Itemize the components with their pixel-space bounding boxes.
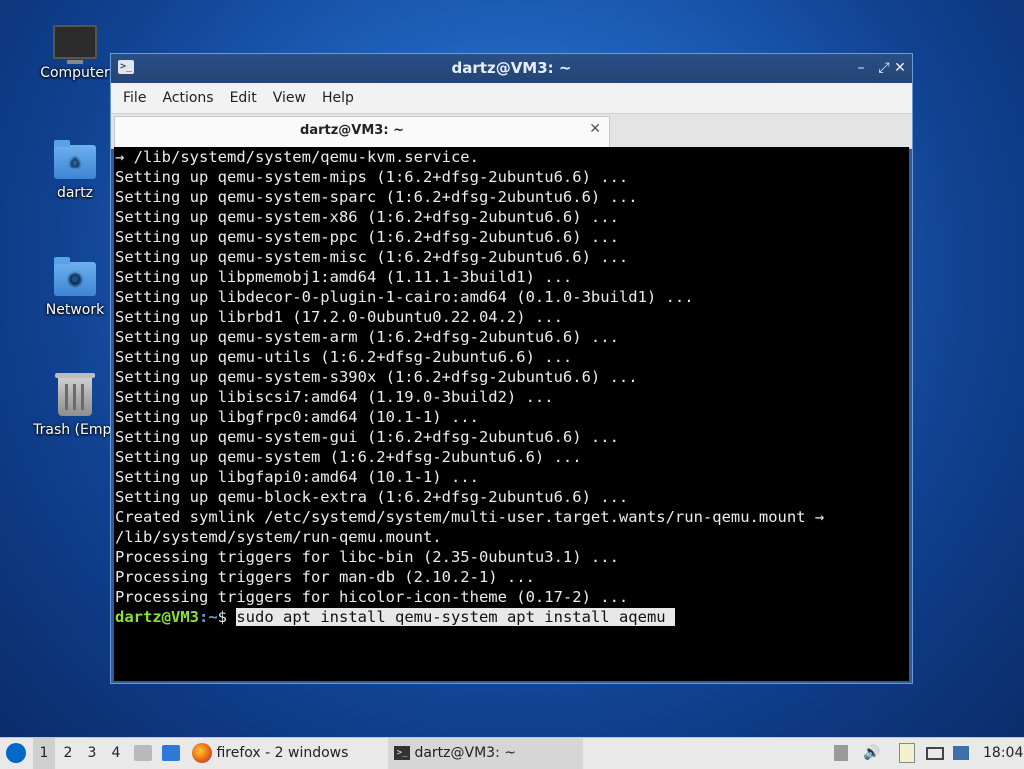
terminal-output[interactable]: → /lib/systemd/system/qemu-kvm.service. … <box>114 147 909 681</box>
terminal-line: Setting up qemu-system-ppc (1:6.2+dfsg-2… <box>115 228 619 246</box>
menu-bar: File Actions Edit View Help <box>111 83 912 114</box>
terminal-text: → /lib/systemd/system/qemu-kvm.service. … <box>114 147 909 627</box>
prompt-path: :~ <box>199 608 218 626</box>
terminal-line: Processing triggers for man-db (2.10.2-1… <box>115 568 535 586</box>
tab-label: dartz@VM3: ~ <box>300 123 404 138</box>
terminal-line: Setting up libdecor-0-plugin-1-cairo:amd… <box>115 288 694 306</box>
terminal-line: Processing triggers for libc-bin (2.35-0… <box>115 548 619 566</box>
home-folder-icon: ⌂ <box>54 140 96 179</box>
workspace-4[interactable]: 4 <box>105 738 127 769</box>
terminal-line: Setting up qemu-system-x86 (1:6.2+dfsg-2… <box>115 208 619 226</box>
update-icon <box>834 745 848 761</box>
prompt-symbol: $ <box>217 608 237 626</box>
taskbar-firefox[interactable]: firefox - 2 windows <box>192 738 372 769</box>
terminal-line: → /lib/systemd/system/qemu-kvm.service. <box>115 148 479 166</box>
app-menu-button[interactable] <box>4 738 28 769</box>
volume-icon: 🔊 <box>863 745 881 761</box>
terminal-line: Setting up libgfapi0:amd64 (10.1-1) ... <box>115 468 479 486</box>
terminal-line: Setting up qemu-system (1:6.2+dfsg-2ubun… <box>115 448 582 466</box>
clipboard-icon <box>899 743 915 763</box>
window-titlebar[interactable]: >_ dartz@VM3: ~ – ⤢ ✕ <box>111 54 912 83</box>
terminal-line: Setting up qemu-system-gui (1:6.2+dfsg-2… <box>115 428 619 446</box>
menu-file[interactable]: File <box>115 90 154 106</box>
quicklaunch-file-manager[interactable] <box>134 738 156 769</box>
terminal-line: Setting up qemu-system-arm (1:6.2+dfsg-2… <box>115 328 619 346</box>
tray-display[interactable] <box>926 738 948 769</box>
terminal-small-icon: >_ <box>394 746 410 760</box>
menu-view[interactable]: View <box>265 90 314 106</box>
workspace-2[interactable]: 2 <box>57 738 79 769</box>
terminal-line: Setting up qemu-system-sparc (1:6.2+dfsg… <box>115 188 638 206</box>
terminal-line: Setting up libgfrpc0:amd64 (10.1-1) ... <box>115 408 479 426</box>
terminal-line: Setting up qemu-system-mips (1:6.2+dfsg-… <box>115 168 629 186</box>
prompt-user: dartz@VM3 <box>115 608 199 626</box>
network-folder-icon: ◉ <box>54 257 96 296</box>
tab-close-icon[interactable]: ✕ <box>589 121 601 137</box>
terminal-tab[interactable]: dartz@VM3: ~ ✕ <box>114 116 610 147</box>
workspace-3[interactable]: 3 <box>81 738 103 769</box>
lubuntu-logo-icon <box>6 743 26 763</box>
network-icon <box>953 746 969 760</box>
terminal-line: Setting up qemu-block-extra (1:6.2+dfsg-… <box>115 488 629 506</box>
tab-bar: dartz@VM3: ~ ✕ <box>111 114 912 149</box>
tray-clipboard[interactable] <box>899 738 919 769</box>
tray-update-notifier[interactable] <box>834 738 854 769</box>
terminal-task-label: dartz@VM3: ~ <box>414 745 516 761</box>
window-title: dartz@VM3: ~ <box>451 59 572 77</box>
terminal-window: >_ dartz@VM3: ~ – ⤢ ✕ File Actions Edit … <box>110 53 913 684</box>
terminal-line: Created symlink /etc/systemd/system/mult… <box>115 508 825 526</box>
tray-network[interactable] <box>953 738 973 769</box>
close-icon[interactable]: ✕ <box>890 58 910 78</box>
terminal-line: Setting up qemu-system-s390x (1:6.2+dfsg… <box>115 368 638 386</box>
terminal-line: Processing triggers for hicolor-icon-the… <box>115 588 629 606</box>
terminal-line: Setting up qemu-utils (1:6.2+dfsg-2ubunt… <box>115 348 573 366</box>
file-manager-icon <box>134 745 152 761</box>
trash-icon <box>55 373 95 416</box>
firefox-label: firefox - 2 windows <box>216 745 349 761</box>
menu-help[interactable]: Help <box>314 90 362 106</box>
taskbar-terminal[interactable]: >_ dartz@VM3: ~ <box>388 738 583 769</box>
terminal-line: /lib/systemd/system/run-qemu.mount. <box>115 528 442 546</box>
display-icon <box>926 746 944 760</box>
tray-volume[interactable]: 🔊 <box>862 738 882 769</box>
show-desktop-icon <box>162 745 180 761</box>
quicklaunch-desktop[interactable] <box>162 738 184 769</box>
terminal-line: Setting up librbd1 (17.2.0-0ubuntu0.22.0… <box>115 308 563 326</box>
clock[interactable]: 18:04 <box>983 738 1023 769</box>
minimize-icon[interactable]: – <box>851 58 871 78</box>
terminal-line: Setting up libpmemobj1:amd64 (1.11.1-3bu… <box>115 268 573 286</box>
workspace-1[interactable]: 1 <box>33 738 55 769</box>
computer-icon <box>53 25 97 64</box>
firefox-icon <box>192 743 212 763</box>
terminal-line: Setting up libiscsi7:amd64 (1.19.0-3buil… <box>115 388 554 406</box>
terminal-line: Setting up qemu-system-misc (1:6.2+dfsg-… <box>115 248 629 266</box>
command-input[interactable]: sudo apt install qemu-system apt install… <box>236 608 675 626</box>
menu-edit[interactable]: Edit <box>222 90 265 106</box>
menu-actions[interactable]: Actions <box>154 90 221 106</box>
taskbar: 1 2 3 4 firefox - 2 windows >_ dartz@VM3… <box>0 737 1024 769</box>
